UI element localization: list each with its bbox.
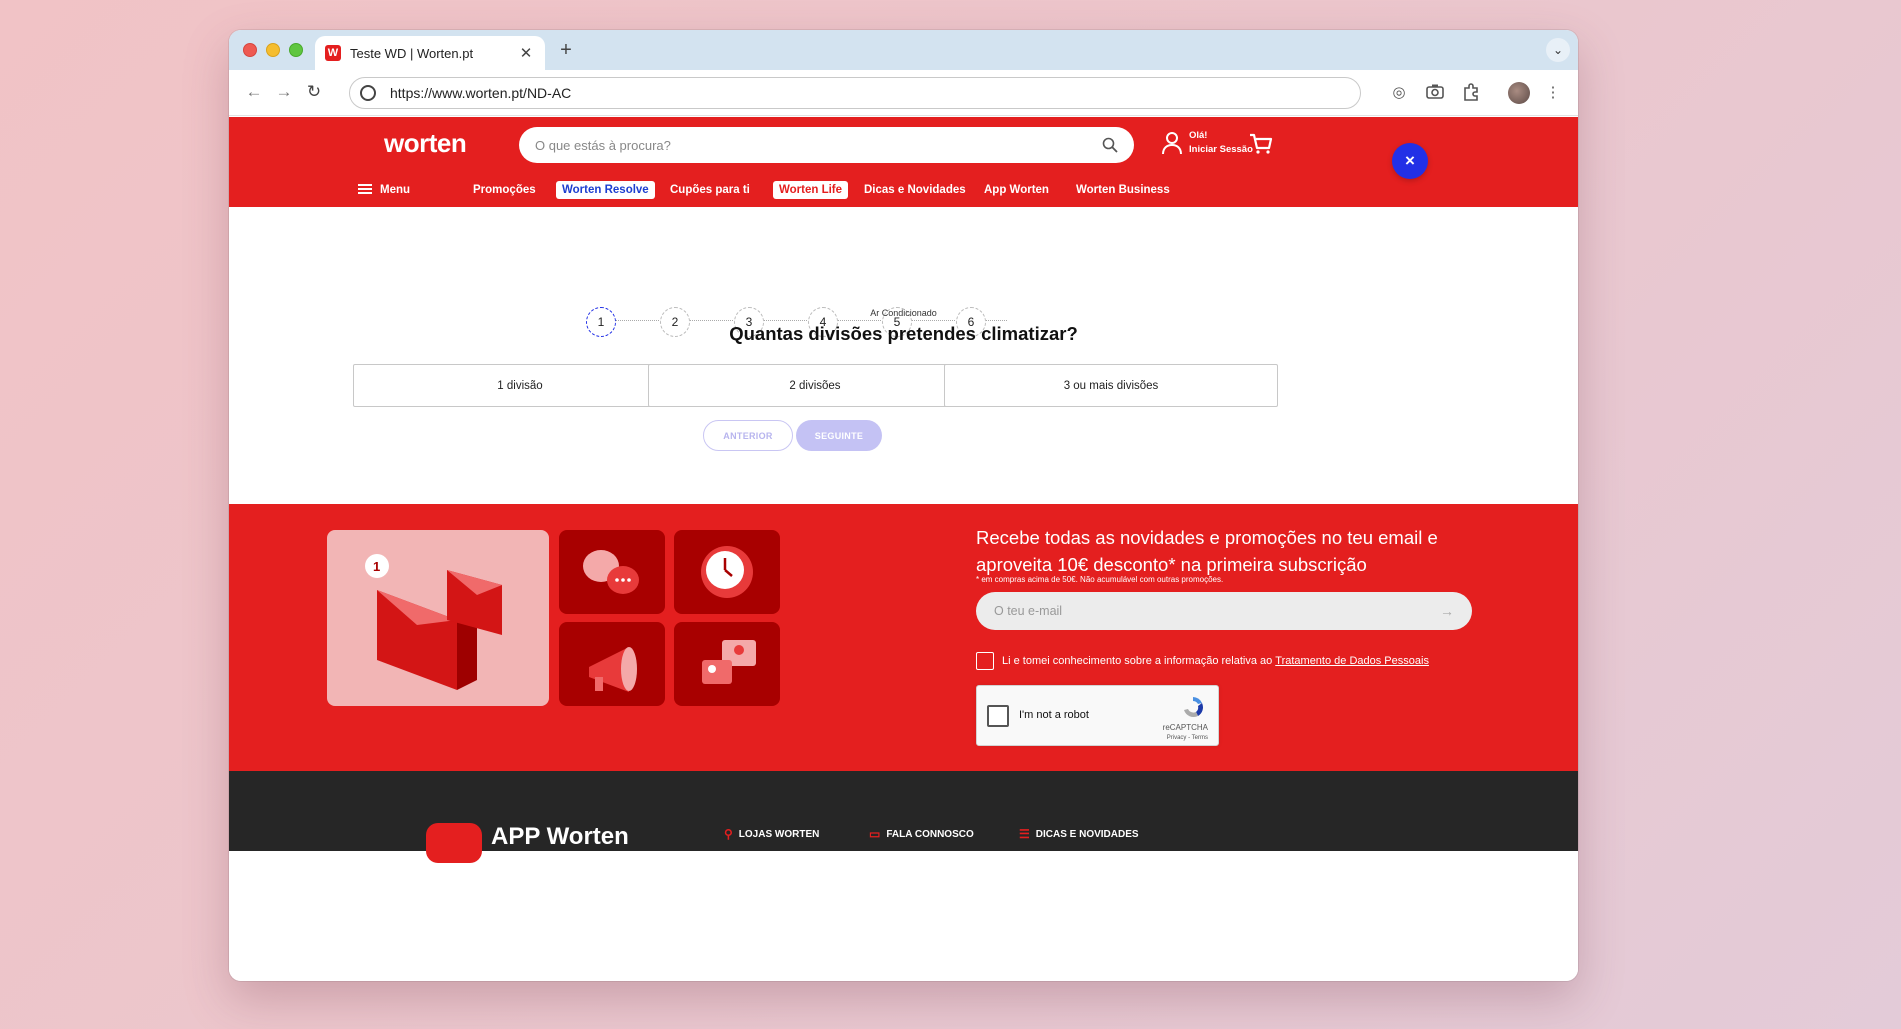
worten-favicon-icon: W — [325, 45, 341, 61]
newsletter-title: Recebe todas as novidades e promoções no… — [976, 527, 1438, 575]
nav-item-worten-resolve[interactable]: Worten Resolve — [556, 181, 655, 199]
app-worten-icon — [426, 823, 482, 863]
nav-item-dicas[interactable]: Dicas e Novidades — [858, 181, 972, 199]
address-bar[interactable]: https://www.worten.pt/ND-AC — [349, 77, 1361, 109]
hamburger-icon — [358, 184, 372, 194]
consent-checkbox[interactable] — [976, 652, 994, 670]
browser-toolbar: ← → ↻ https://www.worten.pt/ND-AC ◎ ⋮ — [229, 70, 1578, 116]
consent-row: Li e tomei conhecimento sobre a informaç… — [976, 652, 1429, 670]
cart-icon[interactable] — [1249, 133, 1273, 155]
nav-item-worten-life[interactable]: Worten Life — [773, 181, 849, 199]
web-page: worten Olá! Iniciar Sessão Menu Promoçõe… — [229, 117, 1578, 981]
login-action: Iniciar Sessão — [1189, 144, 1253, 155]
footer-link-dicas-label: DICAS E NOVIDADES — [1035, 828, 1139, 840]
login-greeting: Olá! — [1189, 130, 1208, 141]
nav-item-cupoes[interactable]: Cupões para ti — [664, 181, 756, 199]
app-worten-title: APP Worten — [491, 823, 629, 850]
tab-title: Teste WD | Worten.pt — [350, 45, 474, 61]
email-field[interactable]: → — [976, 592, 1472, 630]
main-nav: Menu Promoções Worten Resolve Cupões par… — [229, 179, 1578, 203]
recaptcha-logo-icon — [1184, 697, 1203, 718]
megaphone-icon — [559, 622, 665, 706]
option-3-divisoes[interactable]: 3 ou mais divisões — [944, 364, 1278, 407]
nav-item-app-worten[interactable]: App Worten — [978, 181, 1055, 199]
messages-icon — [674, 622, 780, 706]
extensions-puzzle-icon[interactable] — [1461, 83, 1481, 103]
option-2-divisoes[interactable]: 2 divisões — [648, 364, 982, 407]
recaptcha-checkbox[interactable] — [987, 705, 1009, 727]
newsletter-section: 1 Recebe todas as novidades e promoções … — [229, 504, 1578, 781]
submit-arrow-icon[interactable]: → — [1440, 603, 1454, 619]
profile-avatar[interactable] — [1508, 82, 1530, 104]
list-icon: ☰ — [1019, 827, 1030, 841]
site-header: worten Olá! Iniciar Sessão Menu Promoçõe… — [229, 117, 1578, 207]
consent-text: Li e tomei conhecimento sobre a informaç… — [1002, 655, 1273, 667]
wizard-category: Ar Condicionado — [870, 308, 937, 318]
google-lens-icon[interactable]: ◎ — [1389, 83, 1409, 103]
menu-button[interactable]: Menu — [352, 181, 416, 199]
site-info-icon[interactable] — [360, 85, 376, 101]
recaptcha-widget: I'm not a robot reCAPTCHA Privacy - Term… — [976, 685, 1219, 746]
footer-link-fala-connosco[interactable]: ▭ FALA CONNOSCO — [869, 827, 974, 841]
location-pin-icon: ⚲ — [724, 827, 733, 841]
recaptcha-label: I'm not a robot — [1019, 709, 1089, 721]
svg-text:1: 1 — [373, 559, 380, 574]
new-tab-button[interactable]: + — [555, 39, 577, 62]
search-input[interactable] — [535, 137, 1102, 153]
maximize-window-button[interactable] — [289, 43, 303, 57]
footer-link-lojas-label: LOJAS WORTEN — [738, 828, 820, 840]
login-link[interactable]: Olá! Iniciar Sessão — [1161, 129, 1253, 157]
worten-logo[interactable]: worten — [384, 128, 467, 159]
recaptcha-brand: reCAPTCHA — [1162, 723, 1208, 732]
previous-button[interactable]: ANTERIOR — [703, 420, 793, 451]
reload-icon[interactable]: ↻ — [303, 82, 325, 102]
close-wizard-button[interactable]: × — [1392, 143, 1428, 179]
camera-icon[interactable] — [1425, 83, 1445, 103]
search-icon[interactable] — [1102, 137, 1118, 153]
envelope-illustration: 1 — [327, 530, 549, 706]
footer-link-fala-label: FALA CONNOSCO — [886, 828, 974, 840]
chat-bubbles-icon — [559, 530, 665, 614]
forward-arrow-icon[interactable]: → — [273, 82, 295, 102]
url-text: https://www.worten.pt/ND-AC — [390, 85, 572, 101]
recaptcha-terms[interactable]: Privacy - Terms — [1167, 735, 1208, 741]
newsletter-note: * em compras acima de 50€. Não acumuláve… — [976, 575, 1224, 584]
wizard-question: Quantas divisões pretendes climatizar? — [729, 323, 1078, 344]
tab-search-chevron-icon[interactable]: ⌄ — [1546, 38, 1570, 62]
user-icon — [1162, 132, 1182, 155]
tab-strip: W Teste WD | Worten.pt ✕ + ⌄ — [229, 30, 1578, 70]
footer-link-dicas[interactable]: ☰ DICAS E NOVIDADES — [1019, 827, 1139, 841]
privacy-link[interactable]: Tratamento de Dados Pessoais — [1275, 655, 1429, 667]
option-1-divisao[interactable]: 1 divisão — [353, 364, 687, 407]
chat-icon: ▭ — [869, 827, 881, 841]
close-window-button[interactable] — [243, 43, 257, 57]
close-tab-icon[interactable]: ✕ — [517, 44, 535, 62]
back-arrow-icon[interactable]: ← — [243, 82, 265, 102]
browser-window: W Teste WD | Worten.pt ✕ + ⌄ ← → ↻ https… — [229, 30, 1578, 981]
nav-item-worten-business[interactable]: Worten Business — [1070, 181, 1176, 199]
browser-menu-icon[interactable]: ⋮ — [1543, 83, 1563, 103]
next-button[interactable]: SEGUINTE — [796, 420, 882, 451]
menu-label: Menu — [380, 184, 411, 196]
browser-tab[interactable]: W Teste WD | Worten.pt ✕ — [315, 36, 545, 70]
footer-link-lojas[interactable]: ⚲ LOJAS WORTEN — [724, 827, 819, 841]
site-footer: APP Worten ⚲ LOJAS WORTEN ▭ FALA CONNOSC… — [229, 771, 1578, 863]
login-text: Olá! Iniciar Sessão — [1189, 129, 1253, 157]
minimize-window-button[interactable] — [266, 43, 280, 57]
nav-item-promocoes[interactable]: Promoções — [467, 181, 542, 199]
search-bar[interactable] — [519, 127, 1134, 163]
email-input[interactable] — [994, 604, 1440, 618]
clock-icon — [674, 530, 780, 614]
